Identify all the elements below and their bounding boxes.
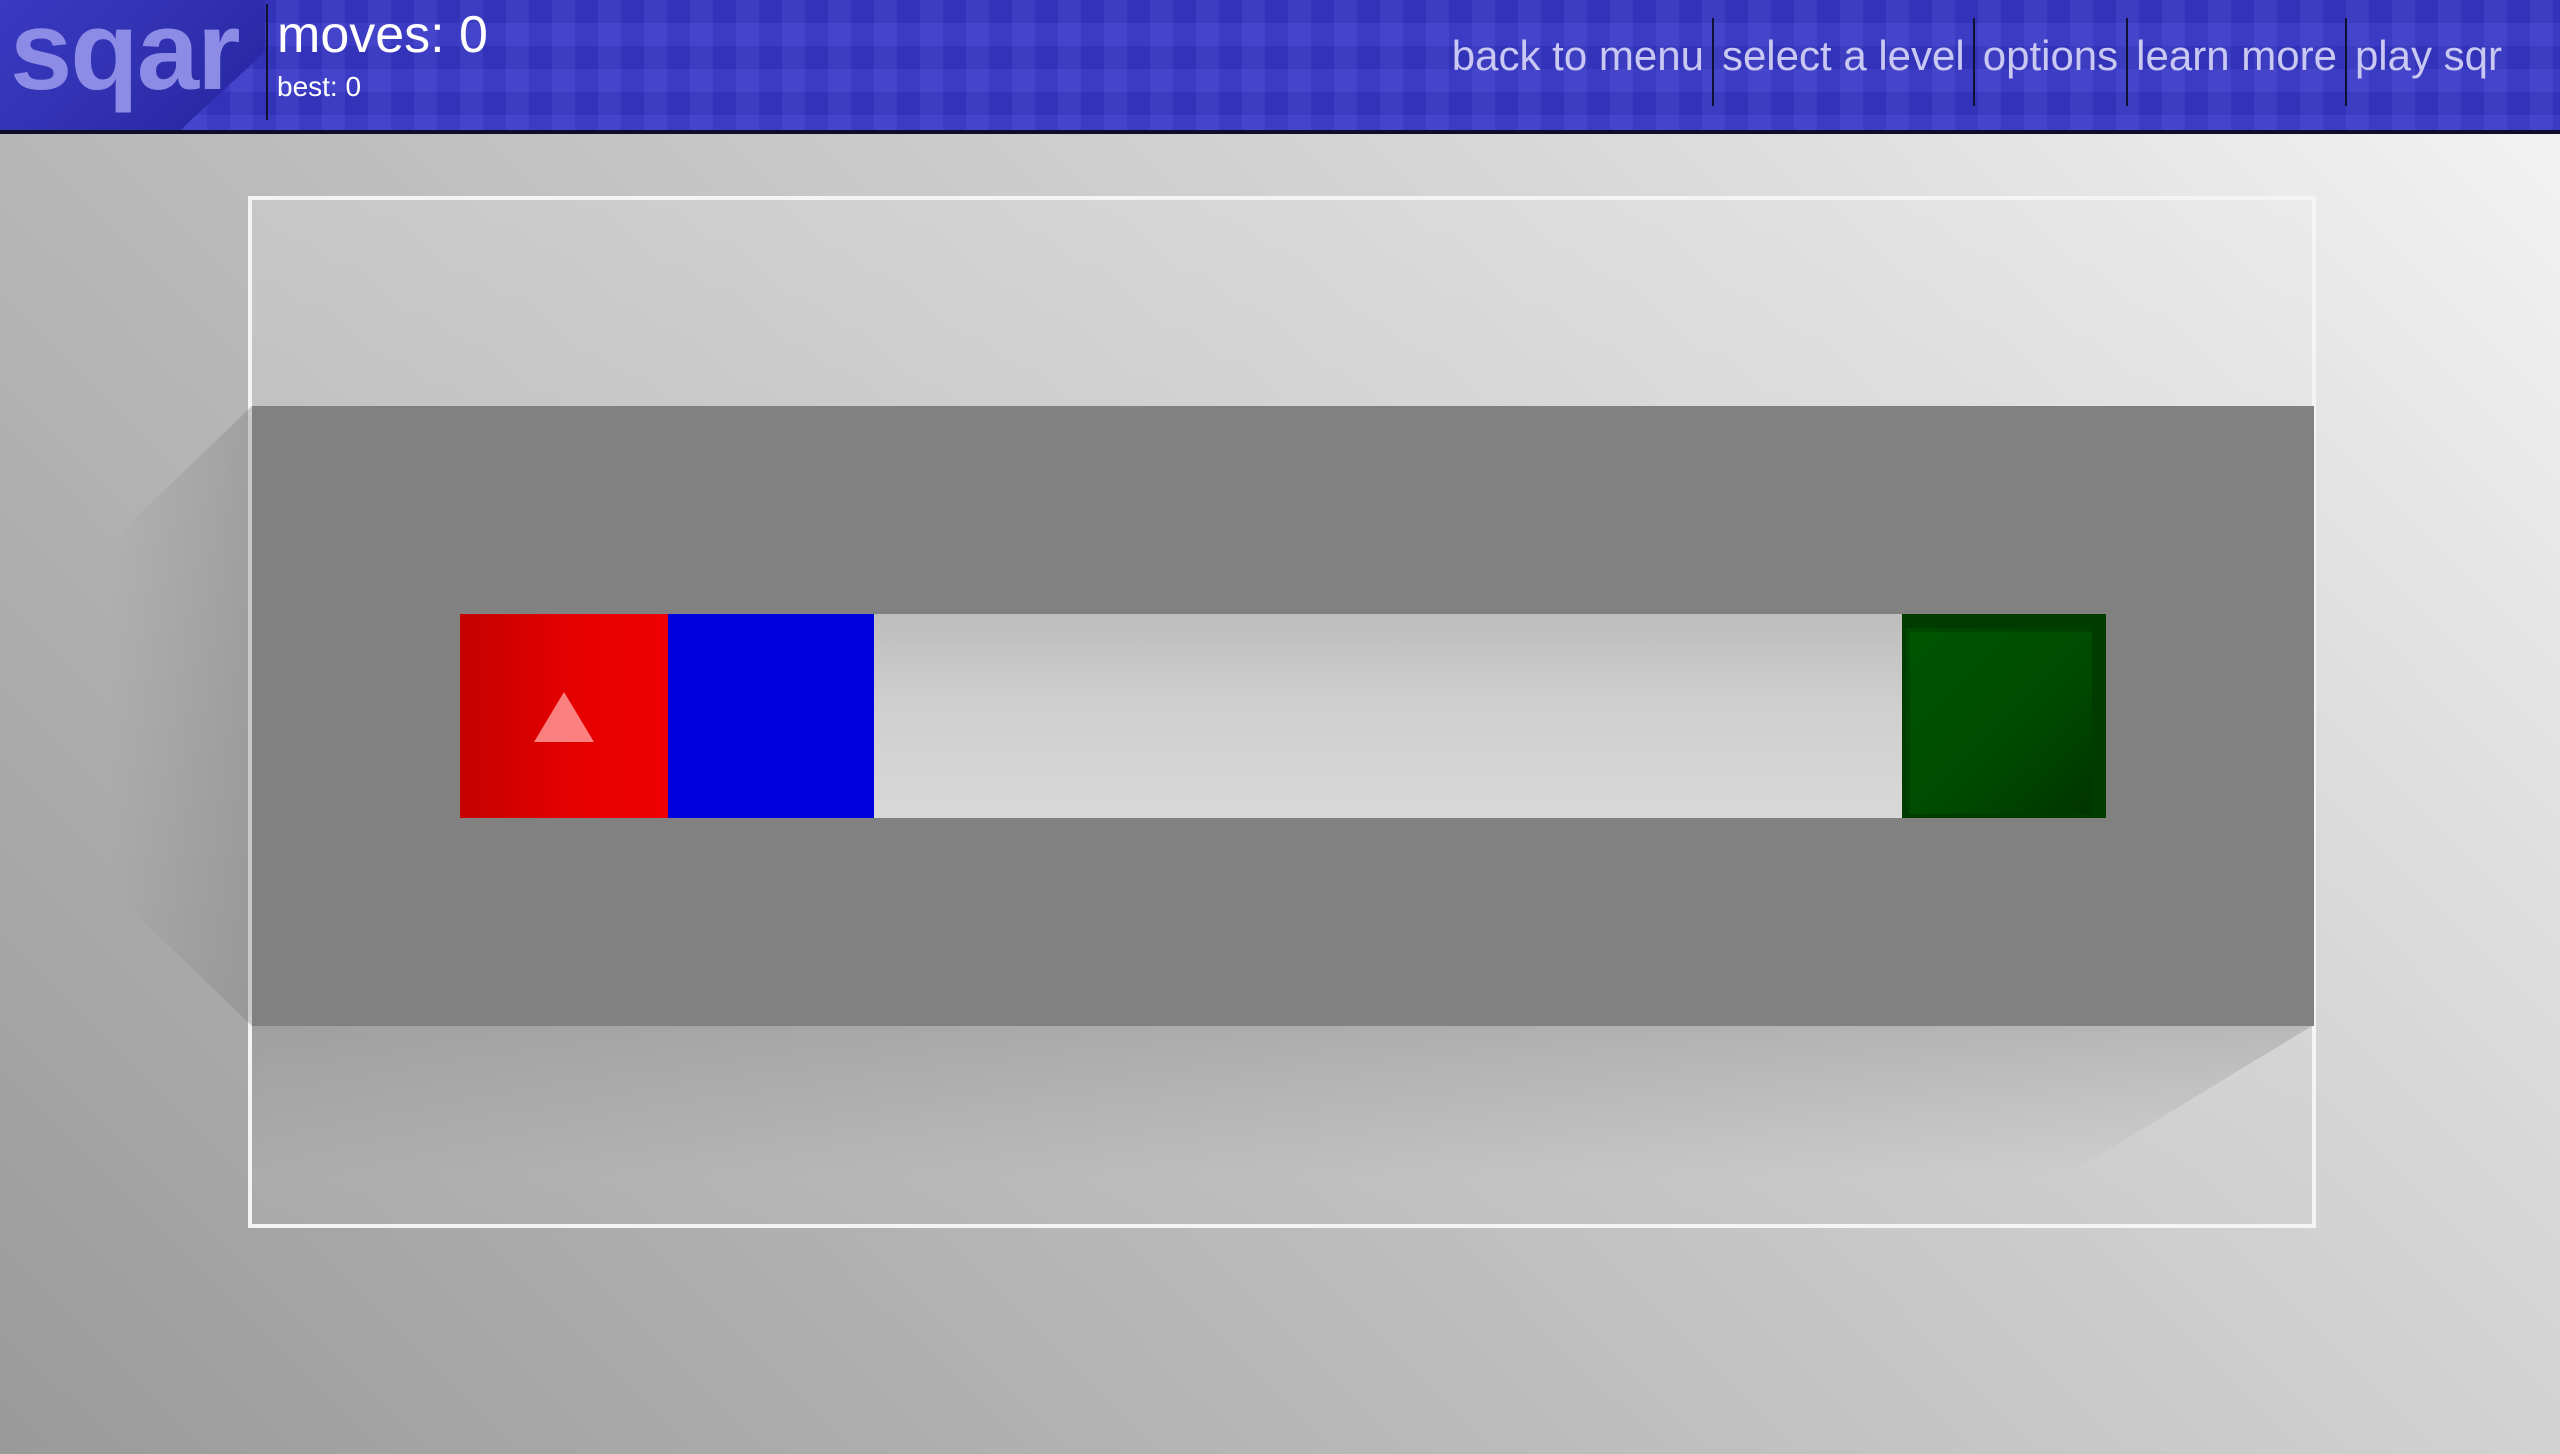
- header-divider: [266, 4, 268, 120]
- logo-text: sqar: [10, 0, 241, 113]
- main-nav: back to menu select a level options lear…: [1444, 18, 2560, 106]
- wall-shadow-left: [110, 406, 252, 1026]
- up-arrow-icon: [534, 692, 594, 742]
- back-to-menu-link[interactable]: back to menu: [1444, 18, 1714, 106]
- logo: sqar: [0, 0, 265, 130]
- moves-counter: moves: 0: [277, 6, 488, 64]
- best-score: best: 0: [277, 71, 362, 102]
- blue-tile: [668, 614, 874, 818]
- learn-more-link[interactable]: learn more: [2128, 18, 2347, 106]
- play-sqr-link[interactable]: play sqr: [2347, 18, 2560, 106]
- options-link[interactable]: options: [1975, 18, 2129, 106]
- top-bar: sqar moves: 0 best: 0 back to menu selec…: [0, 0, 2560, 134]
- goal-tile: [1902, 614, 2106, 818]
- select-level-link[interactable]: select a level: [1714, 18, 1975, 106]
- goal-tile-inner: [1906, 628, 2092, 814]
- wall-shadow-bottom: [252, 1026, 2312, 1176]
